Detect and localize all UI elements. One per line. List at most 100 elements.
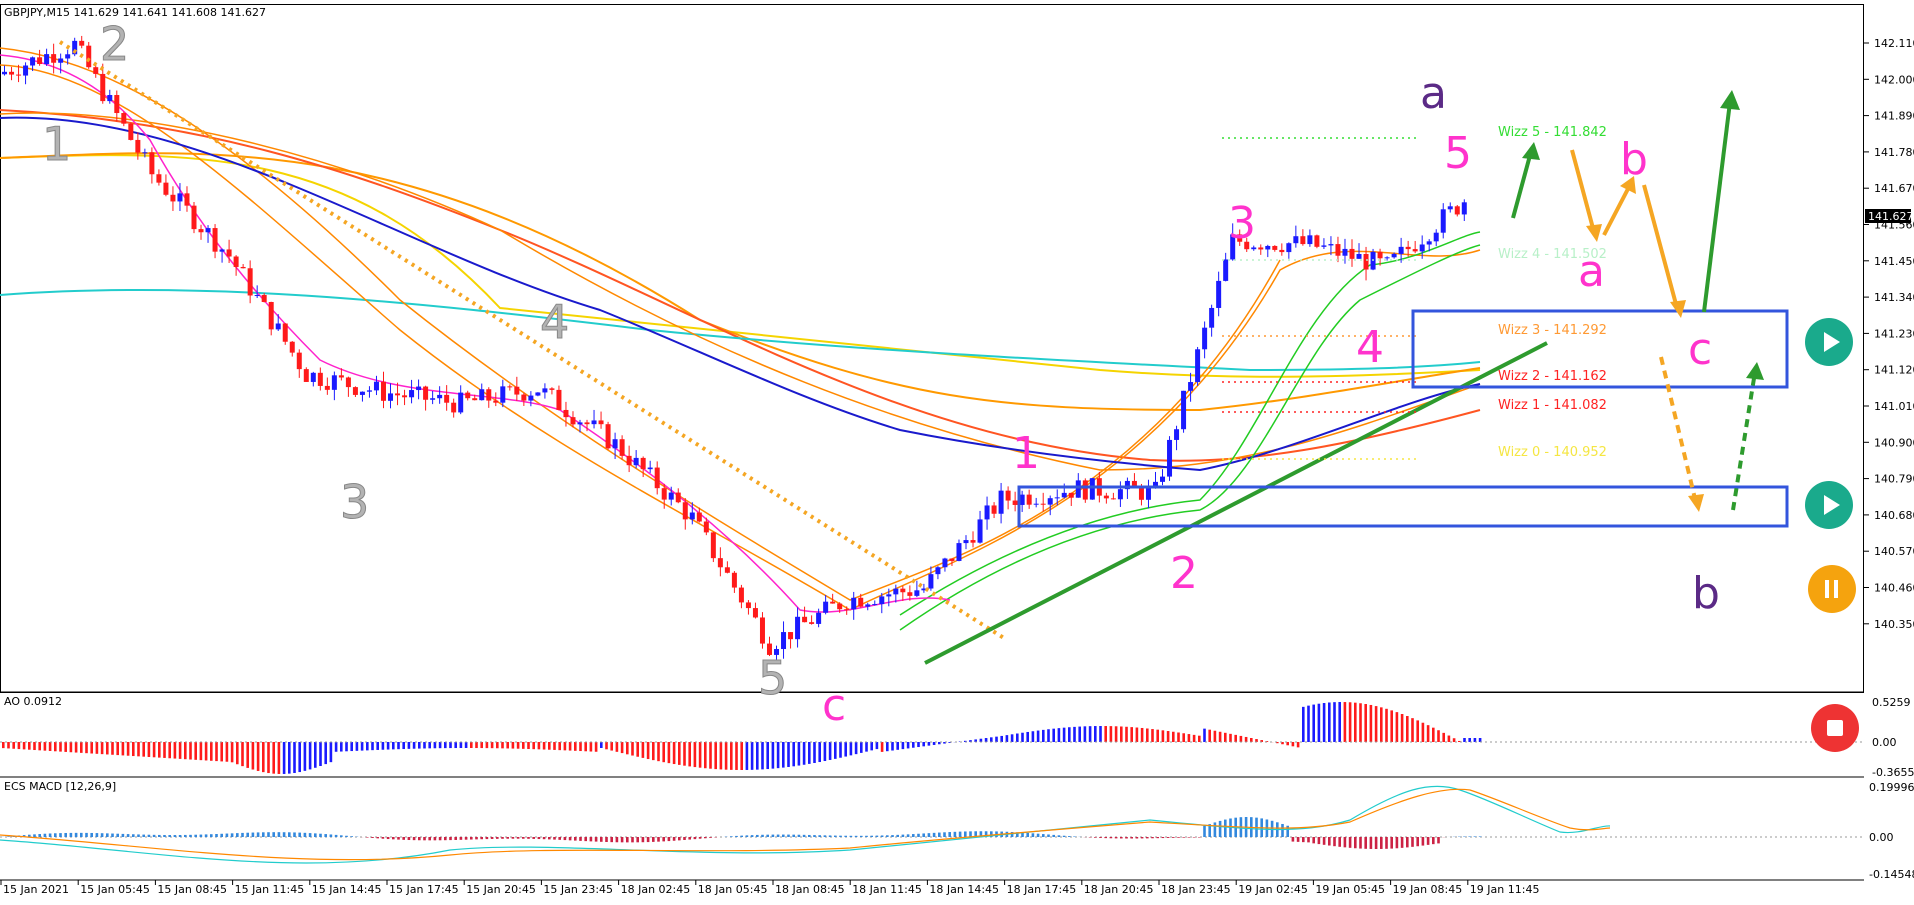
- candle-body: [332, 375, 337, 390]
- ao-bar: [397, 742, 400, 749]
- macd-bar: [366, 837, 369, 838]
- macd-bar: [1156, 837, 1159, 838]
- price-tick-label: 140.790: [1874, 473, 1914, 486]
- play-button-upper[interactable]: [1805, 318, 1853, 366]
- macd-line: [0, 786, 1610, 863]
- macd-bar: [517, 837, 520, 839]
- macd-bar: [1141, 837, 1144, 838]
- macd-bar: [44, 834, 47, 837]
- macd-bar: [148, 835, 151, 837]
- ao-bar: [1411, 718, 1414, 742]
- ao-bar: [548, 742, 551, 750]
- macd-bar: [1182, 837, 1185, 838]
- candle-body: [163, 183, 168, 195]
- candle-body: [1034, 504, 1039, 505]
- macd-bar: [252, 833, 255, 837]
- ao-bar: [1442, 733, 1445, 742]
- candle-body: [262, 295, 267, 302]
- macd-bar: [512, 837, 515, 839]
- ao-bar: [408, 742, 411, 749]
- ao-bar: [480, 742, 483, 748]
- candle-body: [79, 41, 84, 46]
- macd-bar: [163, 835, 166, 837]
- macd-bar: [636, 837, 639, 842]
- ao-bar: [226, 742, 229, 762]
- ao-bar: [257, 742, 260, 771]
- macd-bar: [1307, 837, 1310, 842]
- macd-bar: [1370, 837, 1373, 849]
- current-price-label: 141.627: [1868, 210, 1914, 223]
- ao-tick-label: 0.00: [1872, 736, 1897, 749]
- stop-button[interactable]: [1811, 704, 1859, 752]
- macd-bar: [907, 834, 910, 837]
- macd-bar: [116, 834, 119, 837]
- ao-bar: [517, 742, 520, 749]
- play-button-lower[interactable]: [1805, 481, 1853, 529]
- macd-bar: [257, 832, 260, 837]
- macd-bar: [886, 835, 889, 837]
- macd-bar: [610, 837, 613, 842]
- ao-bar: [527, 742, 530, 749]
- macd-bar: [267, 832, 270, 837]
- candle-body: [662, 488, 667, 499]
- wave-gray-3: 3: [340, 475, 369, 529]
- macd-bar: [1151, 837, 1154, 838]
- macd-bar: [480, 837, 483, 839]
- macd-bar: [376, 837, 379, 838]
- macd-bar: [137, 834, 140, 837]
- macd-bar: [865, 836, 868, 837]
- ao-bar: [538, 742, 541, 749]
- macd-bar: [1380, 837, 1383, 849]
- ao-bar: [122, 742, 125, 755]
- ao-bar: [387, 742, 390, 750]
- candle-body: [65, 54, 70, 58]
- macd-bar: [855, 836, 858, 837]
- candle-body: [374, 382, 379, 391]
- macd-bar: [917, 834, 920, 837]
- macd-bar: [584, 837, 587, 841]
- wave-pink-5: 5: [1444, 128, 1472, 179]
- ao-bar: [512, 742, 515, 749]
- candle-body: [451, 403, 456, 413]
- ao-bar: [496, 742, 499, 748]
- wave-purple-a: a: [1420, 68, 1447, 119]
- ao-bar: [922, 742, 925, 746]
- ao-bar: [283, 742, 286, 774]
- macd-bar: [1099, 837, 1102, 838]
- candle-body: [1160, 477, 1165, 482]
- time-tick-label: 19 Jan 11:45: [1470, 883, 1540, 896]
- candle-body: [1181, 391, 1186, 429]
- ao-tick-label: 0.5259: [1872, 696, 1911, 709]
- ao-bar: [1203, 729, 1206, 742]
- ao-bar: [428, 742, 431, 748]
- macd-bar: [496, 837, 499, 839]
- macd-bar: [402, 837, 405, 840]
- ao-bar: [137, 742, 140, 756]
- macd-bar: [246, 833, 249, 837]
- wave-purple-b: b: [1692, 568, 1720, 619]
- macd-bar: [174, 835, 177, 837]
- ao-bar: [1084, 726, 1087, 742]
- candle-body: [1328, 244, 1333, 245]
- ao-bar: [720, 742, 723, 769]
- ao-bar: [772, 742, 775, 769]
- macd-bar: [413, 837, 416, 840]
- ao-bar: [766, 742, 769, 769]
- macd-bar: [798, 835, 801, 837]
- ao-bar: [870, 742, 873, 750]
- macd-bar: [839, 836, 842, 837]
- candle-body: [1321, 245, 1326, 246]
- candle-body: [823, 602, 828, 613]
- ao-bar: [179, 742, 182, 759]
- candle-body: [956, 543, 961, 561]
- macd-bar: [777, 835, 780, 837]
- ao-bar: [1468, 738, 1471, 742]
- macd-bar: [309, 833, 312, 837]
- macd-bar: [1359, 837, 1362, 849]
- pause-button[interactable]: [1808, 565, 1856, 613]
- macd-bar: [298, 833, 301, 837]
- macd-bar: [397, 837, 400, 840]
- ao-bar: [1141, 728, 1144, 742]
- time-tick-label: 19 Jan 02:45: [1238, 883, 1308, 896]
- candle-body: [121, 113, 126, 124]
